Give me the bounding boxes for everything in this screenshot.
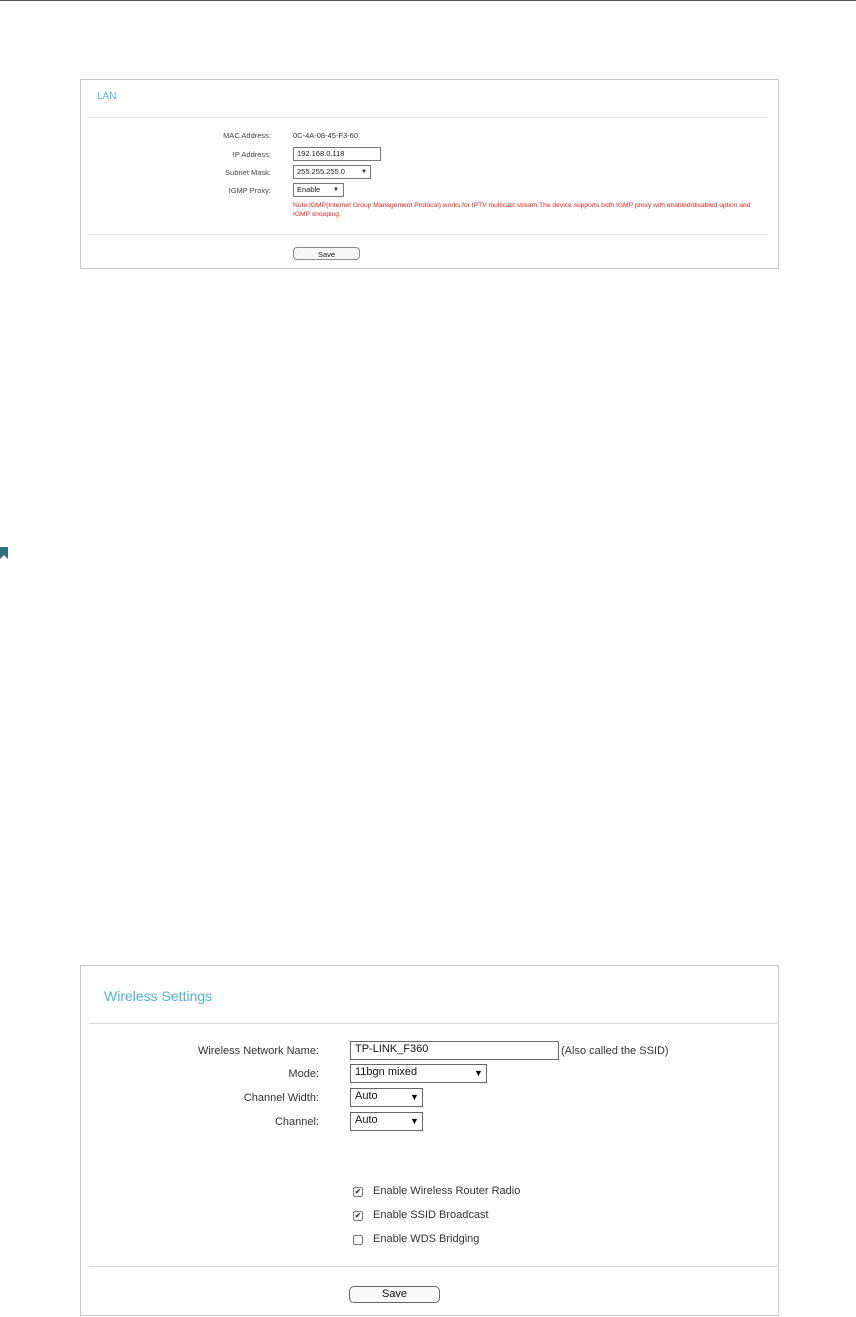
subnet-mask-value: 255.255.255.0 bbox=[297, 167, 345, 176]
channel-label: Channel: bbox=[274, 1116, 319, 1128]
divider bbox=[89, 234, 768, 235]
lan-save-button[interactable]: Save bbox=[293, 247, 360, 260]
wireless-save-button[interactable]: Save bbox=[349, 1286, 440, 1303]
igmp-note: Note:IGMP(Internet Group Management Prot… bbox=[293, 202, 751, 218]
igmp-proxy-label: IGMP Proxy: bbox=[228, 186, 271, 195]
mac-address-value: 0C-4A-08-45-F3-60 bbox=[293, 131, 359, 140]
divider bbox=[89, 117, 768, 118]
divider bbox=[89, 1023, 777, 1024]
enable-wireless-radio-checkbox[interactable]: ✔ bbox=[353, 1187, 363, 1197]
channel-value: Auto bbox=[355, 1114, 378, 1126]
lan-panel: LAN MAC Address: 0C-4A-08-45-F3-60 IP Ad… bbox=[80, 79, 779, 269]
lan-title: LAN bbox=[97, 91, 117, 102]
wireless-settings-title: Wireless Settings bbox=[104, 988, 213, 1004]
channel-width-label: Channel Width: bbox=[243, 1092, 319, 1104]
enable-ssid-broadcast-checkbox[interactable]: ✔ bbox=[353, 1211, 363, 1221]
mode-label: Mode: bbox=[288, 1068, 319, 1080]
enable-wds-bridging-label: Enable WDS Bridging bbox=[373, 1233, 480, 1245]
enable-wireless-radio-label: Enable Wireless Router Radio bbox=[373, 1185, 521, 1197]
chevron-down-icon: ▼ bbox=[410, 1092, 419, 1102]
wireless-settings-panel: Wireless Settings Wireless Network Name:… bbox=[80, 965, 779, 1316]
bookmark-icon bbox=[0, 547, 8, 559]
chevron-down-icon: ▼ bbox=[474, 1068, 483, 1078]
ip-address-input[interactable]: 192.168.0.118 bbox=[293, 147, 381, 161]
ssid-hint: (Also called the SSID) bbox=[561, 1045, 669, 1057]
mode-select[interactable]: 11bgn mixed bbox=[350, 1064, 487, 1083]
subnet-mask-label: Subnet Mask: bbox=[225, 168, 271, 177]
ip-address-label: IP Address: bbox=[232, 150, 271, 159]
chevron-down-icon: ▼ bbox=[410, 1116, 419, 1126]
igmp-proxy-value: Enable bbox=[297, 185, 321, 194]
channel-width-value: Auto bbox=[355, 1090, 378, 1102]
chevron-down-icon: ▼ bbox=[333, 187, 339, 193]
enable-wds-bridging-checkbox[interactable] bbox=[353, 1235, 363, 1245]
enable-ssid-broadcast-label: Enable SSID Broadcast bbox=[373, 1209, 489, 1221]
page-top-rule bbox=[0, 0, 856, 1]
subnet-mask-select[interactable]: 255.255.255.0 bbox=[293, 165, 371, 179]
wireless-network-name-label: Wireless Network Name: bbox=[197, 1045, 319, 1057]
mode-value: 11bgn mixed bbox=[355, 1066, 418, 1078]
mac-address-label: MAC Address: bbox=[223, 131, 271, 140]
chevron-down-icon: ▼ bbox=[361, 169, 367, 175]
wireless-network-name-input[interactable]: TP-LINK_F360 bbox=[350, 1041, 559, 1060]
divider bbox=[89, 1266, 777, 1267]
